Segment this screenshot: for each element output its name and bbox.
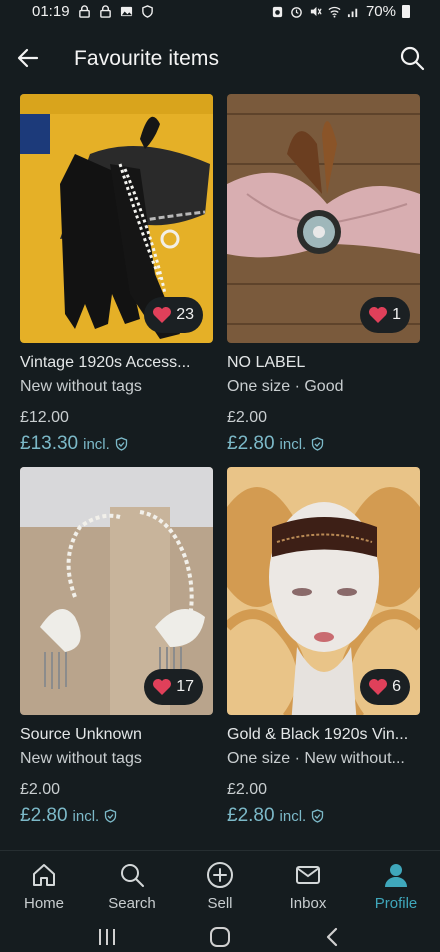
lock-icon	[78, 4, 90, 18]
signal-icon	[347, 8, 358, 17]
item-card[interactable]: 17 Source Unknown New without tags £2.00…	[20, 467, 213, 828]
bottom-nav: Home Search Sell Inbox Profile	[0, 850, 440, 922]
favourite-count: 17	[176, 678, 194, 695]
nav-label: Search	[108, 895, 156, 912]
mail-icon	[296, 866, 320, 884]
nav-label: Profile	[374, 895, 418, 912]
item-card[interactable]: 23 Vintage 1920s Access... New without t…	[20, 94, 213, 456]
search-icon[interactable]	[398, 44, 426, 72]
favourite-count: 6	[392, 678, 401, 695]
incl-label: incl.	[72, 807, 100, 825]
nav-label: Home	[23, 895, 64, 912]
favourite-count: 23	[176, 306, 194, 323]
mute-icon	[310, 6, 322, 16]
shield-check-icon	[105, 809, 117, 823]
nav-home[interactable]: Home	[0, 851, 88, 922]
back-icon[interactable]	[321, 926, 345, 948]
status-time: 01:19	[32, 2, 70, 20]
item-card[interactable]: 1 NO LABEL One size · Good £2.00 £2.80 i…	[227, 94, 420, 456]
recent-apps-icon[interactable]	[95, 926, 119, 948]
nav-search[interactable]: Search	[88, 851, 176, 922]
price-incl-row[interactable]: £13.30 incl.	[20, 432, 213, 456]
item-title: Gold & Black 1920s Vin...	[227, 726, 409, 743]
app-bar: Favourite items	[0, 32, 440, 88]
alarm-icon	[272, 6, 283, 17]
status-bar: 01:19 70%	[0, 0, 440, 22]
battery-percent: 70%	[365, 2, 396, 20]
nav-label: Inbox	[289, 895, 327, 912]
item-title: Vintage 1920s Access...	[20, 354, 191, 371]
nav-sell[interactable]: Sell	[176, 851, 264, 922]
item-subtitle: New without tags	[20, 378, 142, 395]
nav-profile[interactable]: Profile	[352, 851, 440, 922]
price-incl-row[interactable]: £2.80 incl.	[227, 804, 420, 828]
home-button-icon[interactable]	[208, 926, 232, 948]
favourite-button[interactable]: 23	[144, 297, 203, 333]
item-photo[interactable]: 17	[20, 467, 213, 715]
favourite-button[interactable]: 1	[360, 297, 410, 333]
battery-icon	[402, 4, 410, 18]
item-price-incl: £2.80	[227, 433, 275, 454]
item-subtitle: One size · Good	[227, 378, 344, 395]
item-card[interactable]: 6 Gold & Black 1920s Vin... One size · N…	[227, 467, 420, 828]
heart-icon	[369, 307, 388, 323]
favourites-grid: 23 Vintage 1920s Access... New without t…	[0, 94, 440, 848]
item-photo[interactable]: 1	[227, 94, 420, 343]
item-price: £2.00	[20, 781, 61, 798]
person-icon	[385, 864, 407, 887]
price-incl-row[interactable]: £2.80 incl.	[20, 804, 213, 828]
shield-icon	[141, 4, 153, 18]
item-price-incl: £2.80	[20, 805, 68, 826]
wifi-icon	[328, 6, 341, 18]
price-incl-row[interactable]: £2.80 incl.	[227, 432, 420, 456]
incl-label: incl.	[83, 435, 110, 453]
system-nav-bar	[0, 922, 440, 952]
item-subtitle: One size · New without...	[227, 750, 405, 767]
image-icon	[120, 6, 132, 16]
shield-check-icon	[115, 437, 127, 451]
back-arrow-icon[interactable]	[14, 44, 42, 72]
favourite-count: 1	[392, 306, 401, 323]
item-title: Source Unknown	[20, 726, 142, 743]
incl-label: incl.	[279, 807, 307, 825]
item-title: NO LABEL	[227, 354, 306, 371]
item-subtitle: New without tags	[20, 750, 142, 767]
clock-alarm-icon	[291, 6, 302, 18]
shield-check-icon	[312, 809, 324, 823]
item-photo[interactable]: 23	[20, 94, 213, 343]
item-price-incl: £2.80	[227, 805, 275, 826]
incl-label: incl.	[279, 435, 307, 453]
search-icon	[121, 864, 144, 887]
item-price: £12.00	[20, 409, 69, 426]
lock-icon	[99, 4, 111, 18]
favourite-button[interactable]: 17	[144, 669, 203, 705]
item-price: £2.00	[227, 781, 268, 798]
plus-circle-icon	[207, 862, 233, 888]
heart-icon	[153, 307, 172, 323]
item-photo[interactable]: 6	[227, 467, 420, 715]
favourite-button[interactable]: 6	[360, 669, 410, 705]
item-price: £2.00	[227, 409, 268, 426]
item-price-incl: £13.30	[20, 433, 79, 454]
heart-icon	[369, 679, 388, 695]
nav-inbox[interactable]: Inbox	[264, 851, 352, 922]
home-icon	[33, 864, 55, 886]
heart-icon	[153, 679, 172, 695]
nav-label: Sell	[207, 895, 233, 912]
page-title: Favourite items	[74, 47, 220, 70]
shield-check-icon	[312, 437, 324, 451]
